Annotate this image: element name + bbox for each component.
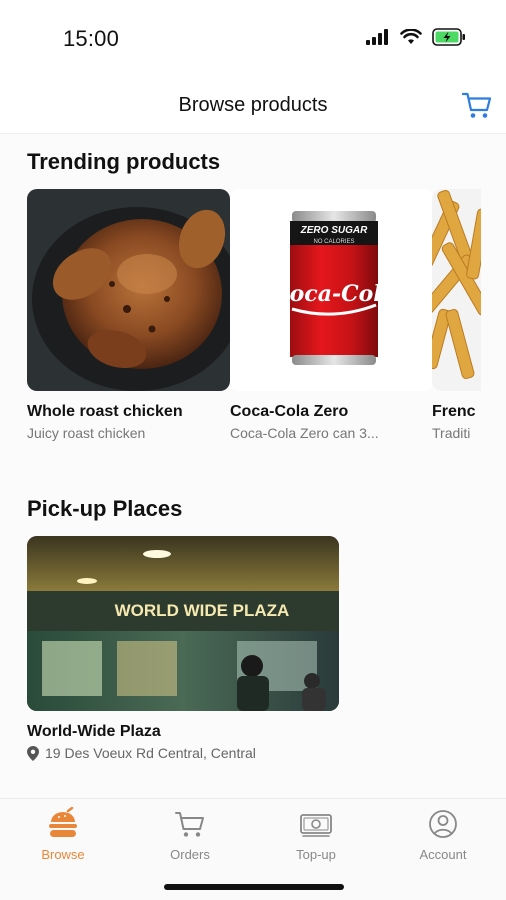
product-description: Traditi xyxy=(432,425,471,441)
trending-section-title: Trending products xyxy=(27,149,221,174)
wifi-icon xyxy=(400,29,422,44)
product-card-coca-cola-zero[interactable]: ZERO SUGAR NO CALORIES Coca-Cola Coca-Co… xyxy=(230,189,433,441)
tab-top-up[interactable]: Top-up xyxy=(266,807,366,867)
tab-browse[interactable]: Browse xyxy=(13,807,113,867)
coca-cola-can-picture: ZERO SUGAR NO CALORIES Coca-Cola xyxy=(230,189,433,391)
battery-icon xyxy=(432,28,465,46)
tab-label: Top-up xyxy=(296,847,336,862)
place-address-text: 19 Des Voeux Rd Central, Central xyxy=(45,745,256,761)
tab-label: Orders xyxy=(170,847,210,862)
status-time: 15:00 xyxy=(63,26,120,51)
product-description: Coca-Cola Zero can 3... xyxy=(230,425,379,441)
pickup-section-title: Pick-up Places xyxy=(27,496,183,521)
plaza-sign-text: WORLD WIDE PLAZA xyxy=(115,601,290,620)
tab-label: Browse xyxy=(41,847,85,862)
home-indicator xyxy=(164,884,344,890)
place-name: World-Wide Plaza xyxy=(27,723,161,740)
money-icon xyxy=(300,814,332,837)
can-top-text: ZERO SUGAR xyxy=(300,225,368,236)
cart-button[interactable] xyxy=(461,92,492,120)
navigation-bar: Browse products xyxy=(0,80,506,134)
pickup-place-card[interactable]: WORLD WIDE PLAZA World-Wide Plaza 19 Des… xyxy=(27,536,339,761)
tab-account[interactable]: Account xyxy=(393,807,493,867)
product-name: Frenc xyxy=(432,403,476,420)
tab-label: Account xyxy=(419,847,467,862)
can-brand-text: Coca-Cola xyxy=(272,281,396,307)
product-image-french-fries xyxy=(432,189,481,391)
product-card-roast-chicken[interactable]: Whole roast chicken Juicy roast chicken xyxy=(27,189,230,441)
place-address: 19 Des Voeux Rd Central, Central xyxy=(27,745,339,761)
trending-products-carousel[interactable]: Whole roast chicken Juicy roast chicken xyxy=(27,189,481,449)
product-name: Coca-Cola Zero xyxy=(230,403,349,420)
page-title: Browse products xyxy=(178,94,328,116)
product-image-roast-chicken xyxy=(27,189,230,391)
product-card-french-fries[interactable]: Frenc Traditi xyxy=(432,189,481,441)
status-icons xyxy=(366,28,466,46)
browse-content[interactable]: Trending products Whole roast chicken Ju… xyxy=(0,134,506,798)
product-name: Whole roast chicken xyxy=(27,403,183,420)
roast-chicken-picture xyxy=(27,189,230,391)
product-image-coca-cola-zero: ZERO SUGAR NO CALORIES Coca-Cola xyxy=(230,189,433,391)
location-pin-icon xyxy=(27,745,39,761)
can-sub-text: NO CALORIES xyxy=(313,239,354,245)
status-bar: 15:00 xyxy=(0,0,506,70)
account-icon xyxy=(429,810,457,838)
french-fries-picture xyxy=(432,189,481,391)
tab-orders[interactable]: Orders xyxy=(140,807,240,867)
cart-icon xyxy=(461,92,492,118)
product-description: Juicy roast chicken xyxy=(27,425,146,441)
signal-icon xyxy=(366,29,388,45)
burger-icon xyxy=(49,807,77,837)
cart-icon xyxy=(175,812,204,837)
world-wide-plaza-picture: WORLD WIDE PLAZA xyxy=(27,536,339,711)
place-image-world-wide-plaza: WORLD WIDE PLAZA xyxy=(27,536,339,711)
